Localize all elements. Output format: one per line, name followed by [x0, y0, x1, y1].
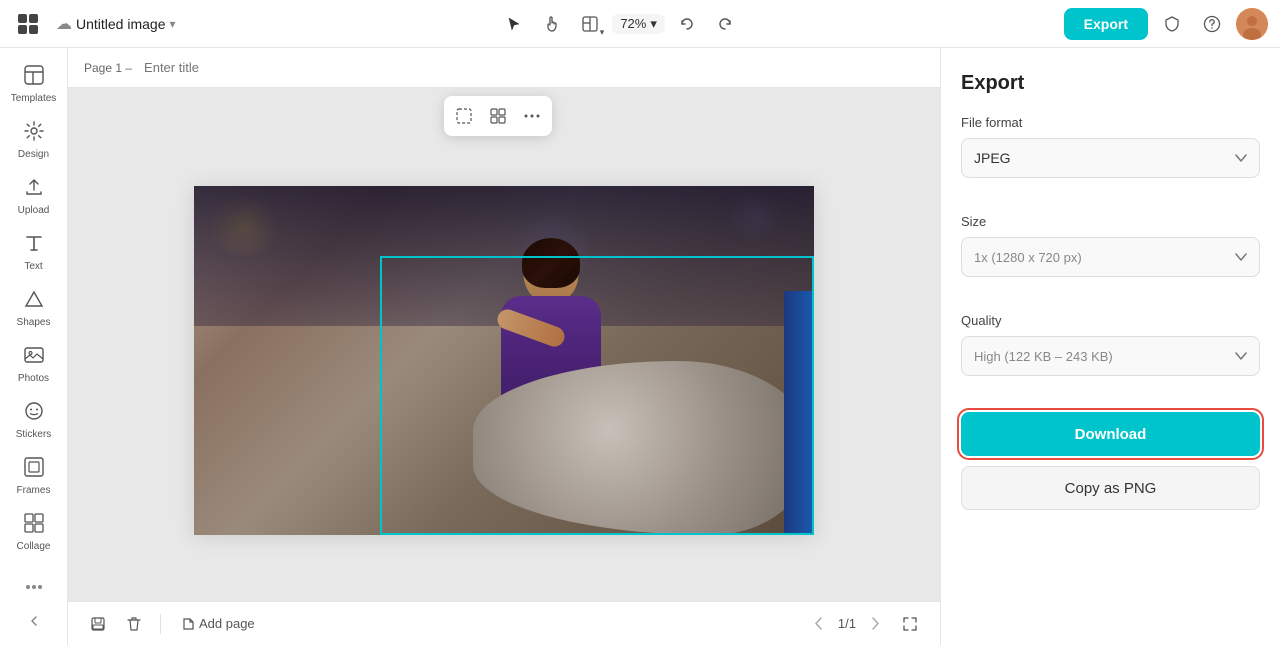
frames-label: Frames: [17, 485, 51, 497]
sidebar-item-frames[interactable]: Frames: [4, 448, 64, 504]
bottombar-right: 1/1: [806, 610, 924, 638]
title-chevron-icon[interactable]: ▾: [170, 17, 176, 31]
sidebar-more-button[interactable]: [4, 569, 64, 605]
cloud-icon: ☁: [56, 14, 72, 34]
canvas-topbar: Page 1 –: [68, 48, 940, 88]
next-page-button[interactable]: [864, 612, 888, 636]
text-label: Text: [24, 261, 42, 273]
file-format-section: File format JPEG: [961, 115, 1260, 194]
sidebar-item-design[interactable]: Design: [4, 112, 64, 168]
size-value: 1x (1280 x 720 px): [974, 250, 1082, 265]
pointer-tool-button[interactable]: [498, 8, 530, 40]
export-panel: Export File format JPEG Size 1x (1280 x …: [940, 48, 1280, 645]
size-chevron-icon: [1235, 253, 1247, 261]
photos-label: Photos: [18, 373, 49, 385]
size-section: Size 1x (1280 x 720 px): [961, 214, 1260, 293]
sidebar-item-collage[interactable]: Collage: [4, 504, 64, 560]
page-title-input[interactable]: [144, 60, 320, 75]
topbar: ☁ Untitled image ▾ ▾ 72% ▾: [0, 0, 1280, 48]
collage-label: Collage: [17, 541, 51, 553]
file-format-chevron-icon: [1235, 154, 1247, 162]
design-label: Design: [18, 149, 49, 161]
bottombar-separator: [160, 614, 161, 634]
zoom-chevron-icon: ▾: [650, 16, 657, 32]
add-page-label: Add page: [199, 616, 255, 631]
add-page-button[interactable]: Add page: [173, 612, 263, 635]
frames-icon: [23, 456, 45, 481]
topbar-center-tools: ▾ 72% ▾: [184, 8, 1056, 40]
main-layout: Templates Design Upload: [0, 48, 1280, 645]
canvas-area: Page 1 –: [68, 48, 940, 645]
shapes-label: Shapes: [17, 317, 51, 329]
sidebar-item-upload[interactable]: Upload: [4, 168, 64, 224]
upload-icon: [23, 176, 45, 201]
page-indicator: Page 1 –: [84, 61, 132, 75]
collage-icon: [23, 512, 45, 537]
quality-selector[interactable]: High (122 KB – 243 KB): [961, 336, 1260, 376]
topbar-right-actions: Export: [1064, 8, 1268, 40]
sidebar-item-text[interactable]: Text: [4, 224, 64, 280]
size-label: Size: [961, 214, 1260, 229]
canvas-page: [194, 186, 814, 535]
layout-tool-button[interactable]: ▾: [574, 8, 606, 40]
design-icon: [23, 120, 45, 145]
select-mode-button[interactable]: [448, 100, 480, 132]
canvas-scroll: [68, 88, 940, 601]
redo-button[interactable]: [709, 8, 741, 40]
hand-tool-button[interactable]: [536, 8, 568, 40]
shapes-icon: [23, 288, 45, 313]
sidebar-more-area: [4, 569, 64, 637]
more-options-button[interactable]: [516, 100, 548, 132]
sidebar: Templates Design Upload: [0, 48, 68, 645]
zoom-selector[interactable]: 72% ▾: [612, 14, 665, 34]
delete-page-button[interactable]: [120, 610, 148, 638]
quality-chevron-icon: [1235, 352, 1247, 360]
sidebar-item-templates[interactable]: Templates: [4, 56, 64, 112]
document-title: Untitled image: [76, 16, 166, 32]
sidebar-item-stickers[interactable]: Stickers: [4, 392, 64, 448]
file-format-selector[interactable]: JPEG: [961, 138, 1260, 178]
export-button[interactable]: Export: [1064, 8, 1148, 40]
grid-mode-button[interactable]: [482, 100, 514, 132]
file-format-label: File format: [961, 115, 1260, 130]
sidebar-item-photos[interactable]: Photos: [4, 336, 64, 392]
stickers-label: Stickers: [16, 429, 52, 441]
quality-label: Quality: [961, 313, 1260, 328]
user-avatar[interactable]: [1236, 8, 1268, 40]
undo-button[interactable]: [671, 8, 703, 40]
photos-icon: [23, 344, 45, 369]
copy-png-button[interactable]: Copy as PNG: [961, 466, 1260, 510]
quality-section: Quality High (122 KB – 243 KB): [961, 313, 1260, 392]
fullscreen-button[interactable]: [896, 610, 924, 638]
file-format-value: JPEG: [974, 150, 1011, 166]
save-to-device-button[interactable]: [84, 610, 112, 638]
templates-icon: [23, 64, 45, 89]
app-logo[interactable]: [12, 8, 44, 40]
shield-button[interactable]: [1156, 8, 1188, 40]
page-counter: 1/1: [838, 616, 856, 631]
templates-label: Templates: [11, 93, 57, 105]
canvas-floating-toolbar: [444, 96, 552, 136]
help-button[interactable]: [1196, 8, 1228, 40]
text-icon: [23, 232, 45, 257]
size-selector[interactable]: 1x (1280 x 720 px): [961, 237, 1260, 277]
stickers-icon: [23, 400, 45, 425]
prev-page-button[interactable]: [806, 612, 830, 636]
canvas-bottombar: Add page 1/1: [68, 601, 940, 645]
download-button[interactable]: Download: [961, 412, 1260, 456]
sidebar-item-shapes[interactable]: Shapes: [4, 280, 64, 336]
sidebar-collapse-button[interactable]: [4, 605, 64, 637]
upload-label: Upload: [18, 205, 50, 217]
zoom-value: 72%: [620, 16, 646, 31]
title-area: ☁ Untitled image ▾: [56, 14, 176, 34]
export-panel-title: Export: [961, 72, 1260, 95]
quality-value: High (122 KB – 243 KB): [974, 349, 1113, 364]
